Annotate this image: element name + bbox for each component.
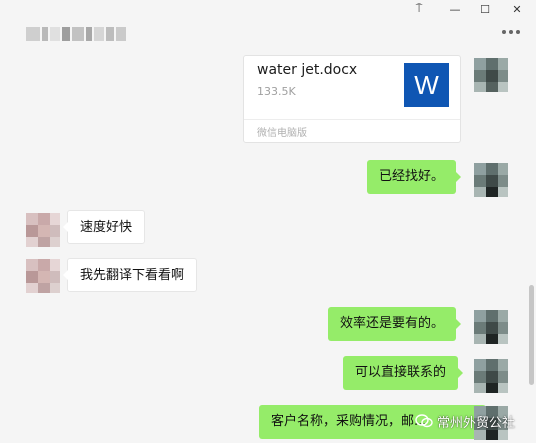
avatar[interactable] [474,359,508,393]
avatar[interactable] [474,163,508,197]
watermark: 常州外贸公社 [415,408,515,434]
contact-name [26,27,126,41]
maximize-button[interactable]: ☐ [470,0,500,18]
message-bubble-received[interactable]: 我先翻译下看看啊 [62,258,198,292]
word-document-icon: W [404,63,449,107]
avatar[interactable] [474,310,508,344]
avatar[interactable] [26,213,60,247]
message-bubble-received[interactable]: 速度好快 [62,210,146,244]
file-source-label: 微信电脑版 [257,128,307,139]
file-card-divider [244,119,460,120]
pin-icon[interactable]: ⍑ [404,0,434,18]
message-bubble-sent[interactable]: 已经找好。 [367,160,462,194]
file-message-card[interactable]: water jet.docx 133.5K W 微信电脑版 [243,55,461,143]
message-bubble-sent[interactable]: 可以直接联系的 [343,356,464,390]
chat-window: ⍑ — ☐ ✕ water jet.docx 133.5K W 微信电脑版 已经… [0,0,536,443]
more-dots-icon[interactable] [502,30,520,34]
close-button[interactable]: ✕ [502,0,532,18]
avatar[interactable] [474,58,508,92]
wechat-logo-icon [415,414,433,428]
watermark-text: 常州外贸公社 [437,415,516,431]
chat-scrollbar[interactable] [529,285,534,385]
minimize-button[interactable]: — [440,0,470,18]
message-bubble-sent[interactable]: 效率还是要有的。 [328,307,462,341]
file-name: water jet.docx [257,62,358,78]
avatar[interactable] [26,259,60,293]
file-size: 133.5K [257,85,296,98]
